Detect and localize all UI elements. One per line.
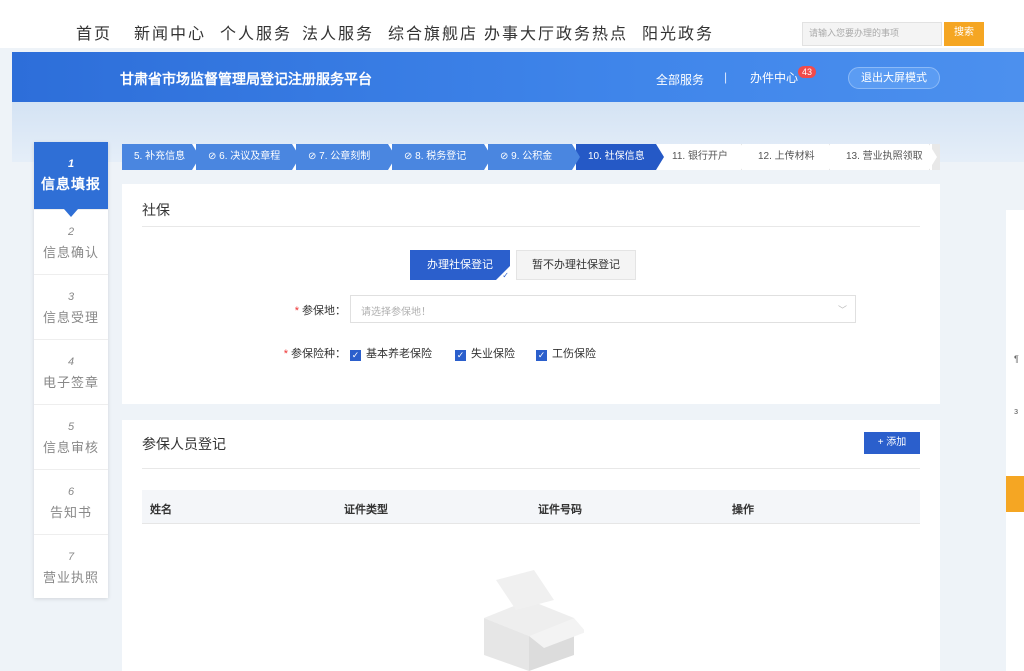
skip-social-button[interactable]: 暂不办理社保登记	[516, 250, 636, 280]
add-person-button[interactable]: + 添加	[864, 432, 920, 454]
checkbox-checked-icon: ✓	[350, 350, 361, 361]
col-id-number: 证件号码	[538, 504, 582, 516]
office-count-badge: 43	[798, 66, 817, 78]
right-panel-text: ¶	[1014, 354, 1019, 364]
platform-header: 甘肃省市场监督管理局登记注册服务平台 全部服务 | 办件中心 43 退出大屏模式	[12, 52, 1024, 102]
nav-hot[interactable]: 政务热点	[556, 20, 628, 44]
nav-flagship[interactable]: 综合旗舰店	[388, 20, 478, 44]
type-label: * 参保险种：	[283, 348, 346, 360]
step-info-confirm[interactable]: 2 信息确认	[34, 210, 108, 275]
office-center-link[interactable]: 办件中心	[750, 69, 798, 86]
step-label: 营业执照	[42, 570, 99, 585]
checkbox-label: 基本养老保险	[366, 348, 432, 360]
nav-hall[interactable]: 办事大厅	[484, 20, 556, 44]
tab-resolution[interactable]: ⊘ 6. 决议及章程	[196, 144, 300, 170]
chevron-down-icon: ﹀	[837, 305, 847, 315]
step-info-accept[interactable]: 3 信息受理	[34, 275, 108, 340]
tab-upload[interactable]: 12. 上传材料	[746, 144, 837, 170]
top-nav: 首页 新闻中心 个人服务 法人服务 综合旗舰店 办事大厅 政务热点 阳光政务 请…	[0, 0, 1024, 48]
step-number: 3	[67, 291, 75, 303]
nav-home[interactable]: 首页	[76, 20, 112, 44]
all-services-link[interactable]: 全部服务	[656, 71, 704, 88]
type-label-text: 参保险种：	[291, 348, 346, 360]
tab-supplement-info[interactable]: 5. 补充信息	[122, 144, 200, 170]
tab-tax[interactable]: ⊘ 8. 税务登记	[392, 144, 492, 170]
insured-persons-card: 参保人员登记 + 添加 姓名 证件类型 证件号码 操作	[122, 420, 940, 671]
right-panel-text: з	[1014, 406, 1019, 416]
search-input[interactable]: 请输入您要办理的事项	[802, 22, 942, 46]
divider	[142, 226, 920, 227]
place-placeholder: 请选择参保地！	[361, 307, 431, 318]
step-label: 电子签章	[42, 375, 99, 390]
table-header: 姓名 证件类型 证件号码 操作	[142, 490, 920, 524]
register-title: 参保人员登记	[142, 436, 226, 452]
step-number: 6	[67, 486, 75, 498]
check-icon: ✓	[502, 271, 509, 280]
divider	[142, 468, 920, 469]
place-select[interactable]: 请选择参保地！ ﹀	[350, 295, 856, 323]
step-info-review[interactable]: 5 信息审核	[34, 405, 108, 470]
step-number: 2	[67, 226, 75, 238]
step-label: 信息受理	[42, 310, 99, 325]
col-action: 操作	[732, 504, 754, 516]
step-notice[interactable]: 6 告知书	[34, 470, 108, 535]
step-label: 信息审核	[42, 440, 99, 455]
checkbox-pension[interactable]: ✓ 基本养老保险	[350, 345, 432, 361]
step-number: 1	[67, 158, 75, 170]
checkbox-unemployment[interactable]: ✓ 失业保险	[455, 345, 515, 361]
checkbox-checked-icon: ✓	[536, 350, 547, 361]
tab-fund[interactable]: ⊘ 9. 公积金	[488, 144, 580, 170]
search-button[interactable]: 搜索	[944, 22, 984, 46]
progress-tabs: 5. 补充信息 ⊘ 6. 决议及章程 ⊘ 7. 公章刻制 ⊘ 8. 税务登记 ⊘…	[122, 144, 940, 170]
step-number: 5	[67, 421, 75, 433]
step-label: 信息确认	[42, 245, 99, 260]
nav-corporate[interactable]: 法人服务	[302, 20, 374, 44]
platform-title: 甘肃省市场监督管理局登记注册服务平台	[120, 71, 372, 87]
tab-seal[interactable]: ⊘ 7. 公章刻制	[296, 144, 396, 170]
social-title: 社保	[142, 202, 170, 218]
place-label: * 参保地：	[294, 305, 346, 317]
step-label: 信息填报	[41, 176, 101, 192]
step-info-fill[interactable]: 1 信息填报	[34, 142, 108, 217]
step-sidebar: 1 信息填报 2 信息确认 3 信息受理 4 电子签章 5 信息审核 6 告知书…	[34, 142, 108, 598]
step-number: 7	[67, 551, 75, 563]
floating-service-button[interactable]	[1006, 476, 1024, 512]
nav-news[interactable]: 新闻中心	[134, 20, 206, 44]
checkbox-injury[interactable]: ✓ 工伤保险	[536, 345, 596, 361]
col-id-type: 证件类型	[344, 504, 388, 516]
col-name: 姓名	[150, 504, 172, 516]
nav-personal[interactable]: 个人服务	[220, 20, 292, 44]
step-number: 4	[67, 356, 75, 368]
header-separator: |	[724, 70, 728, 84]
right-side-panel: ¶ з	[1006, 210, 1024, 671]
checkbox-label: 失业保险	[471, 348, 515, 360]
empty-box-icon	[484, 570, 584, 671]
step-license[interactable]: 7 营业执照	[34, 535, 108, 600]
place-label-text: 参保地：	[302, 305, 346, 317]
social-security-card: 社保 办理社保登记 ✓ 暂不办理社保登记 * 参保地： 请选择参保地！ ﹀ * 参保…	[122, 184, 940, 404]
tab-social-security[interactable]: 10. 社保信息	[576, 144, 664, 170]
exit-fullscreen-button[interactable]: 退出大屏模式	[848, 67, 940, 89]
checkbox-label: 工伤保险	[552, 348, 596, 360]
step-label: 告知书	[49, 505, 92, 520]
step-e-signature[interactable]: 4 电子签章	[34, 340, 108, 405]
nav-sunshine[interactable]: 阳光政务	[642, 20, 714, 44]
register-social-label: 办理社保登记	[427, 259, 493, 271]
tab-bank-account[interactable]: 11. 银行开户	[660, 144, 749, 170]
tab-license-pickup[interactable]: 13. 营业执照领取	[834, 144, 937, 170]
checkbox-checked-icon: ✓	[455, 350, 466, 361]
register-social-button[interactable]: 办理社保登记 ✓	[410, 250, 510, 280]
